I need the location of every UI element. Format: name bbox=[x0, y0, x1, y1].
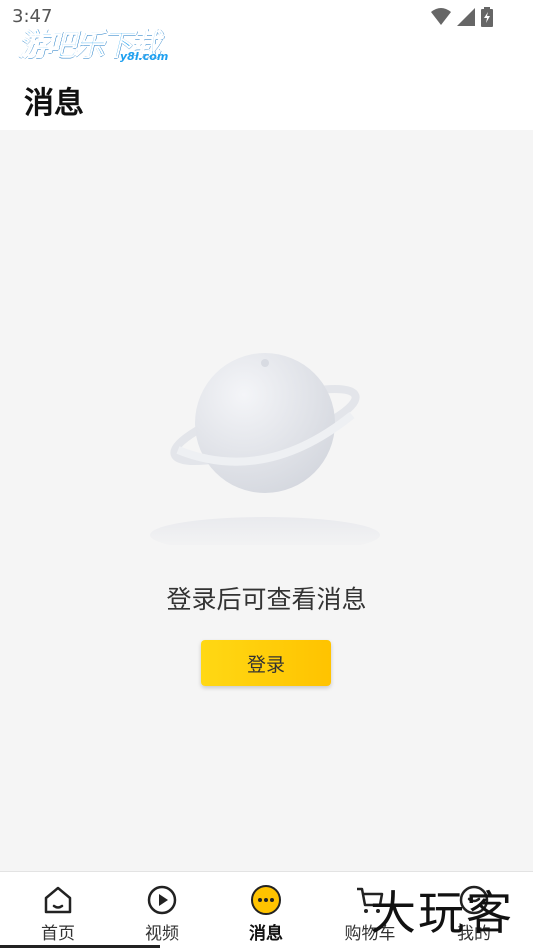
tab-label-messages: 消息 bbox=[249, 924, 283, 944]
tab-label-home: 首页 bbox=[41, 924, 75, 944]
overlay-watermark-text: 大玩客 bbox=[370, 886, 514, 940]
play-icon bbox=[147, 885, 177, 915]
login-button[interactable]: 登录 bbox=[201, 640, 331, 686]
tab-video[interactable]: 视频 bbox=[109, 872, 215, 949]
tab-messages[interactable]: 消息 bbox=[213, 872, 319, 949]
battery-icon bbox=[481, 7, 493, 27]
planet-illustration bbox=[150, 353, 380, 545]
status-icons bbox=[431, 7, 493, 27]
signal-icon bbox=[457, 8, 475, 26]
overlay-watermark: 大玩客 bbox=[348, 875, 533, 945]
wifi-icon bbox=[431, 8, 451, 25]
watermark-domain: y8l.com bbox=[120, 50, 169, 63]
tab-home[interactable]: 首页 bbox=[5, 872, 111, 949]
page-header: 消息 bbox=[0, 68, 533, 130]
watermark-logo: 游吧乐下载 y8l.com bbox=[18, 20, 188, 68]
chat-icon bbox=[251, 885, 281, 915]
page-title: 消息 bbox=[24, 86, 84, 121]
messages-content: 登录后可查看消息 登录 bbox=[0, 130, 533, 871]
home-icon bbox=[44, 886, 72, 914]
tab-label-video: 视频 bbox=[145, 924, 179, 944]
empty-message: 登录后可查看消息 bbox=[166, 585, 367, 614]
